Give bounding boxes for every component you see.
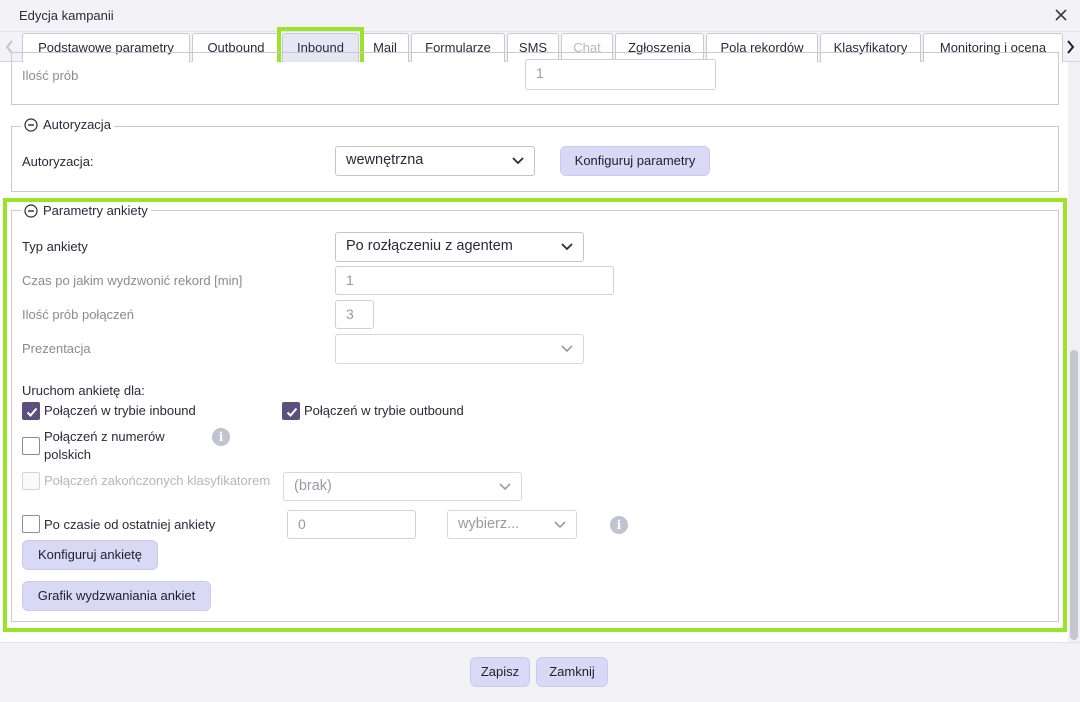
chevron-right-icon[interactable]	[1063, 38, 1077, 56]
chevron-down-icon	[512, 157, 524, 165]
dialog-content: Ilość prób 1 Autoryzacja Autoryzacja: we…	[0, 52, 1068, 642]
inbound-checkbox[interactable]	[22, 402, 40, 420]
campaign-edit-dialog: Edycja kampanii Podstawowe parametry Out…	[0, 0, 1080, 702]
info-icon[interactable]: i	[610, 516, 628, 534]
auth-legend[interactable]: Autoryzacja	[21, 117, 114, 132]
close-icon[interactable]	[1052, 6, 1070, 24]
call-attempts-input[interactable]: 3	[335, 300, 374, 329]
presentation-label: Prezentacja	[22, 341, 91, 356]
auth-select-value: wewnętrzna	[346, 152, 424, 168]
dialog-title: Edycja kampanii	[19, 8, 114, 23]
auth-select[interactable]: wewnętrzna	[335, 146, 535, 176]
info-icon[interactable]: i	[212, 428, 230, 446]
chevron-down-icon	[499, 483, 511, 491]
auth-label: Autoryzacja:	[22, 154, 94, 169]
survey-type-value: Po rozłączeniu z agentem	[346, 238, 513, 254]
close-button[interactable]: Zamknij	[536, 657, 608, 687]
dialog-titlebar: Edycja kampanii	[0, 0, 1080, 32]
call-attempts-label: Ilość prób połączeń	[22, 307, 135, 322]
check-icon	[26, 407, 38, 417]
check-icon	[286, 407, 298, 417]
attempts-input[interactable]: 1	[525, 59, 716, 90]
presentation-select[interactable]	[335, 334, 584, 364]
configure-survey-button[interactable]: Konfiguruj ankietę	[22, 540, 158, 570]
callback-time-label: Czas po jakim wydzwonić rekord [min]	[22, 273, 243, 288]
after-time-unit-select[interactable]: wybierz...	[447, 510, 577, 539]
scrollbar-thumb[interactable]	[1070, 350, 1078, 640]
inbound-checkbox-label: Połączeń w trybie inbound	[44, 403, 196, 418]
survey-type-label: Typ ankiety	[22, 239, 88, 254]
survey-schedule-button[interactable]: Grafik wydzwaniania ankiet	[22, 581, 211, 611]
chevron-down-icon	[561, 345, 573, 353]
collapse-minus-icon[interactable]	[24, 117, 38, 132]
classifier-select[interactable]: (brak)	[283, 472, 522, 501]
after-time-label: Po czasie od ostatniej ankiety	[44, 517, 216, 532]
polish-numbers-label-line1: Połączeń z numerów	[44, 429, 165, 444]
auth-legend-label: Autoryzacja	[43, 117, 111, 132]
run-survey-for-label: Uruchom ankietę dla:	[22, 383, 145, 398]
callback-time-input[interactable]: 1	[335, 266, 614, 295]
classifier-value: (brak)	[294, 478, 332, 494]
survey-legend[interactable]: Parametry ankiety	[21, 203, 151, 218]
after-time-unit-value: wybierz...	[458, 516, 520, 532]
save-button[interactable]: Zapisz	[470, 657, 530, 687]
dialog-footer: Zapisz Zamknij	[0, 642, 1080, 702]
polish-numbers-label-line2: polskich	[44, 447, 91, 462]
after-time-input[interactable]: 0	[287, 510, 416, 539]
classifier-label: Połączeń zakończonych klasyfikatorem	[44, 473, 271, 488]
configure-parameters-button[interactable]: Konfiguruj parametry	[560, 146, 710, 176]
outbound-checkbox-label: Połączeń w trybie outbound	[304, 403, 464, 418]
after-time-checkbox[interactable]	[22, 515, 40, 533]
outbound-checkbox[interactable]	[282, 402, 300, 420]
survey-legend-label: Parametry ankiety	[43, 203, 148, 218]
collapse-minus-icon[interactable]	[24, 203, 38, 218]
polish-numbers-checkbox[interactable]	[22, 437, 40, 455]
classifier-checkbox[interactable]	[22, 472, 40, 490]
chevron-down-icon	[561, 243, 573, 251]
auth-fieldset	[11, 126, 1059, 192]
survey-type-select[interactable]: Po rozłączeniu z agentem	[335, 232, 584, 262]
chevron-down-icon	[554, 521, 566, 529]
attempts-label: Ilość prób	[22, 68, 79, 83]
